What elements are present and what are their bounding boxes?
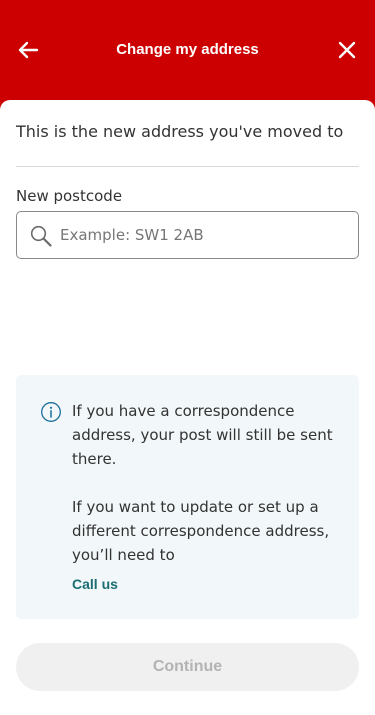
divider: [16, 166, 359, 167]
postcode-label: New postcode: [16, 187, 123, 205]
page-title: Change my address: [116, 41, 259, 58]
postcode-input[interactable]: [60, 212, 350, 258]
arrow-left-icon: [18, 41, 39, 59]
info-icon: [41, 402, 61, 422]
info-panel: If you have a correspondence address, yo…: [16, 375, 359, 619]
app-header: Change my address: [0, 0, 375, 110]
intro-text: This is the new address you've moved to: [16, 122, 344, 141]
continue-button[interactable]: Continue: [16, 643, 359, 691]
search-icon: [30, 225, 52, 247]
close-icon: [338, 41, 356, 59]
back-button[interactable]: [14, 36, 42, 64]
info-paragraph-update: If you want to update or set up a differ…: [72, 498, 330, 564]
info-paragraph-correspondence: If you have a correspondence address, yo…: [72, 402, 333, 468]
postcode-search-field[interactable]: [16, 211, 359, 259]
close-button[interactable]: [333, 36, 361, 64]
content-sheet: This is the new address you've moved to …: [0, 100, 375, 715]
call-us-link[interactable]: Call us: [72, 574, 118, 594]
